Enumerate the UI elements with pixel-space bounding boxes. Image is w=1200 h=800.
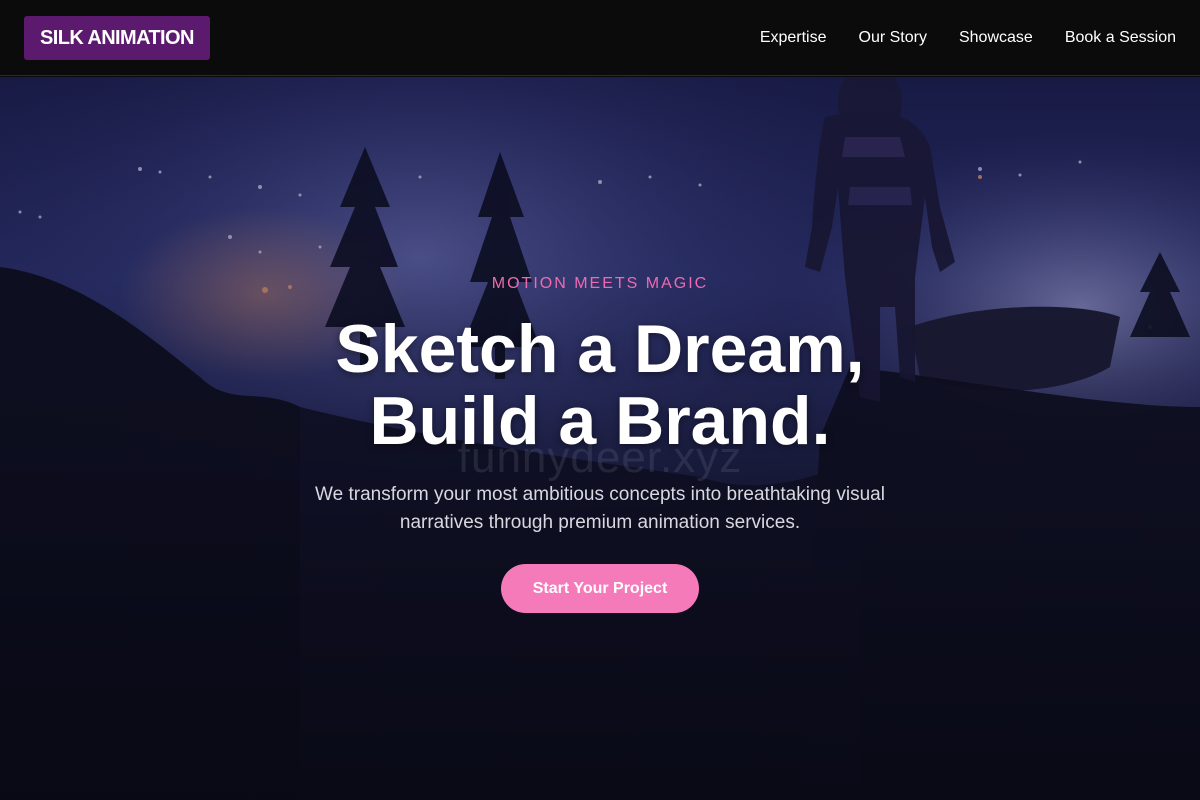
nav-item-expertise[interactable]: Expertise (760, 29, 827, 47)
hero-headline-line1: Sketch a Dream, (335, 311, 865, 387)
nav-item-showcase[interactable]: Showcase (959, 29, 1033, 47)
nav-item-our-story[interactable]: Our Story (859, 29, 927, 47)
main-nav: Expertise Our Story Showcase Book a Sess… (760, 0, 1176, 76)
hero-content: funnydeer.xyz MOTION MEETS MAGIC Sketch … (0, 77, 1200, 800)
hero-eyebrow: MOTION MEETS MAGIC (491, 275, 709, 292)
hero-headline-line2: Build a Brand. (369, 383, 831, 459)
page: SILK ANIMATION Expertise Our Story Showc… (0, 0, 1200, 800)
hero-section: funnydeer.xyz MOTION MEETS MAGIC Sketch … (0, 77, 1200, 800)
hero-subtext: We transform your most ambitious concept… (315, 484, 885, 533)
hero-headline: Sketch a Dream, Build a Brand. (0, 313, 1200, 457)
logo[interactable]: SILK ANIMATION (24, 16, 210, 60)
nav-item-book-a-session[interactable]: Book a Session (1065, 29, 1176, 47)
site-header: SILK ANIMATION Expertise Our Story Showc… (0, 0, 1200, 76)
start-project-button[interactable]: Start Your Project (501, 564, 699, 613)
